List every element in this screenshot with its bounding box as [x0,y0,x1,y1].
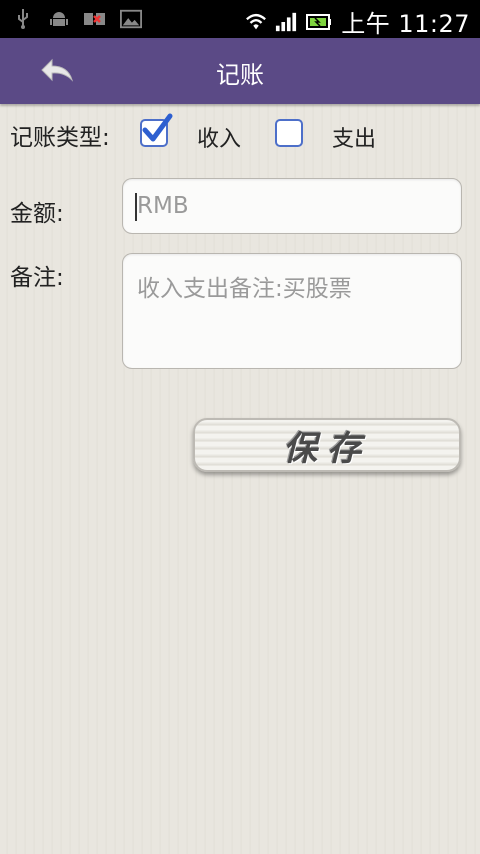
usb-icon [12,8,34,30]
amount-input[interactable]: RMB [122,178,462,234]
text-cursor [135,193,137,221]
type-label: 记账类型: [10,125,110,151]
status-time: 上午 11:27 [341,10,470,38]
expense-checkbox[interactable] [275,119,303,147]
checkmark-icon [140,113,174,151]
note-label: 备注: [10,265,64,291]
status-right: 上午 11:27 [245,4,470,39]
status-bar: 上午 11:27 [0,0,480,38]
status-left-icons [12,8,142,30]
page-title: 记账 [216,61,264,89]
image-notification-icon [120,8,142,30]
amount-label: 金额: [10,201,64,227]
battery-icon [305,11,333,33]
expense-label[interactable]: 支出 [332,121,376,153]
sim-alert-icon [84,8,106,30]
android-debug-icon [48,8,70,30]
wifi-icon [245,11,267,33]
note-placeholder: 收入支出备注:买股票 [137,276,352,302]
save-button[interactable]: 保存 [193,418,461,472]
note-textarea[interactable]: 收入支出备注:买股票 [122,253,462,369]
income-label[interactable]: 收入 [197,121,241,153]
income-checkbox[interactable] [140,113,173,147]
amount-placeholder: RMB [137,193,189,219]
save-button-label: 保存 [283,428,371,469]
signal-icon [275,11,297,33]
header-bar: 记账 [0,38,480,104]
